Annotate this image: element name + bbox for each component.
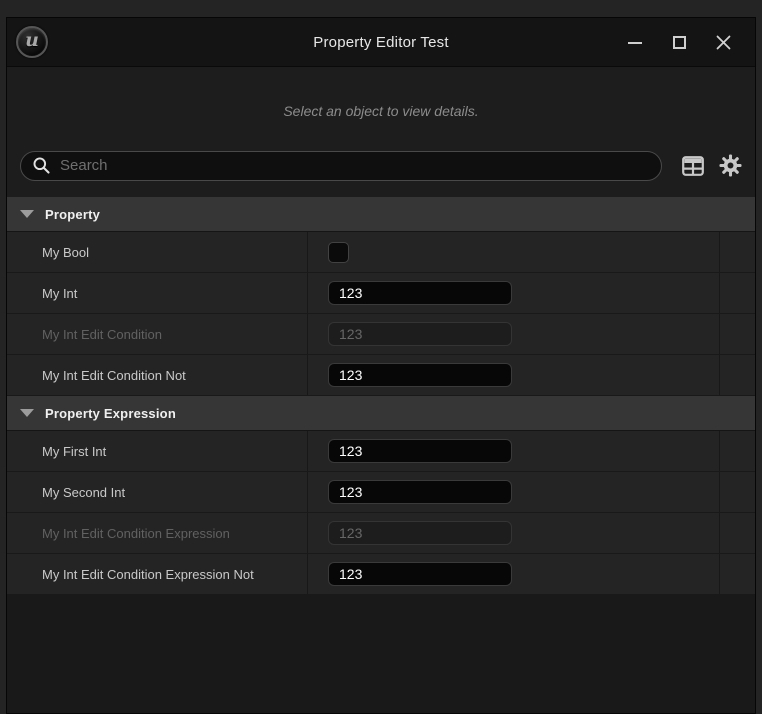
table-view-icon (682, 156, 704, 176)
property-row: My Int Edit Condition Expression (7, 513, 755, 554)
row-extra-cell (720, 472, 755, 512)
property-row: My First Int (7, 431, 755, 472)
row-extra-cell (720, 513, 755, 553)
search-input[interactable] (60, 157, 649, 174)
minimize-icon (628, 42, 642, 44)
property-value-input[interactable] (328, 439, 512, 463)
title-bar[interactable]: u Property Editor Test (7, 18, 755, 67)
chevron-down-icon (20, 409, 34, 417)
property-grid: Property My Bool My Int My Int Edit Conditi… (7, 197, 755, 595)
screenshot-canvas: u Property Editor Test Select an (0, 0, 762, 714)
property-value-cell (308, 273, 719, 313)
property-name-cell: My Int Edit Condition Expression (7, 513, 307, 553)
property-editor-test-window: u Property Editor Test Select an (6, 17, 756, 714)
section-header[interactable]: Property (7, 197, 755, 232)
close-button[interactable] (701, 18, 745, 67)
property-value-input[interactable] (328, 281, 512, 305)
search-toolbar (7, 150, 755, 181)
property-value-input[interactable] (328, 363, 512, 387)
maximize-button[interactable] (657, 18, 701, 67)
property-name-cell: My Int Edit Condition Not (7, 355, 307, 395)
window-controls (613, 18, 745, 67)
property-value-input[interactable] (328, 562, 512, 586)
chevron-down-icon (20, 210, 34, 218)
row-extra-cell (720, 431, 755, 471)
details-panel: Select an object to view details. (7, 67, 755, 713)
property-value-cell (308, 232, 719, 272)
property-row: My Int Edit Condition (7, 314, 755, 355)
property-label: My Int Edit Condition Not (42, 368, 186, 383)
table-view-button[interactable] (682, 156, 704, 176)
property-label: My Int (42, 286, 77, 301)
property-value-cell (308, 431, 719, 471)
property-name-cell: My Int (7, 273, 307, 313)
section-title: Property Expression (45, 406, 176, 421)
property-label: My Second Int (42, 485, 125, 500)
property-label: My Int Edit Condition Expression Not (42, 567, 254, 582)
gear-icon (719, 154, 742, 177)
row-extra-cell (720, 232, 755, 272)
view-options-button[interactable] (719, 154, 742, 177)
property-row: My Second Int (7, 472, 755, 513)
property-row: My Int (7, 273, 755, 314)
property-row: My Int Edit Condition Not (7, 355, 755, 396)
minimize-button[interactable] (613, 18, 657, 67)
select-object-hint: Select an object to view details. (7, 103, 755, 123)
property-name-cell: My Int Edit Condition (7, 314, 307, 354)
property-label: My Int Edit Condition Expression (42, 526, 230, 541)
property-name-cell: My Second Int (7, 472, 307, 512)
property-value-cell (308, 472, 719, 512)
property-value-input (328, 322, 512, 346)
property-value-input (328, 521, 512, 545)
property-value-cell (308, 314, 719, 354)
property-value-cell (308, 513, 719, 553)
property-name-cell: My Int Edit Condition Expression Not (7, 554, 307, 594)
property-row: My Int Edit Condition Expression Not (7, 554, 755, 595)
search-icon (32, 156, 51, 175)
property-row: My Bool (7, 232, 755, 273)
property-value-cell (308, 554, 719, 594)
property-label: My First Int (42, 444, 106, 459)
property-name-cell: My Bool (7, 232, 307, 272)
empty-area (7, 595, 755, 713)
row-extra-cell (720, 314, 755, 354)
row-extra-cell (720, 273, 755, 313)
property-name-cell: My First Int (7, 431, 307, 471)
property-label: My Int Edit Condition (42, 327, 162, 342)
checkbox[interactable] (328, 242, 349, 263)
maximize-icon (673, 36, 686, 49)
property-label: My Bool (42, 245, 89, 260)
search-box[interactable] (20, 151, 662, 181)
section-header[interactable]: Property Expression (7, 396, 755, 431)
row-extra-cell (720, 554, 755, 594)
section-title: Property (45, 207, 100, 222)
close-icon (716, 35, 731, 50)
property-value-input[interactable] (328, 480, 512, 504)
property-value-cell (308, 355, 719, 395)
row-extra-cell (720, 355, 755, 395)
